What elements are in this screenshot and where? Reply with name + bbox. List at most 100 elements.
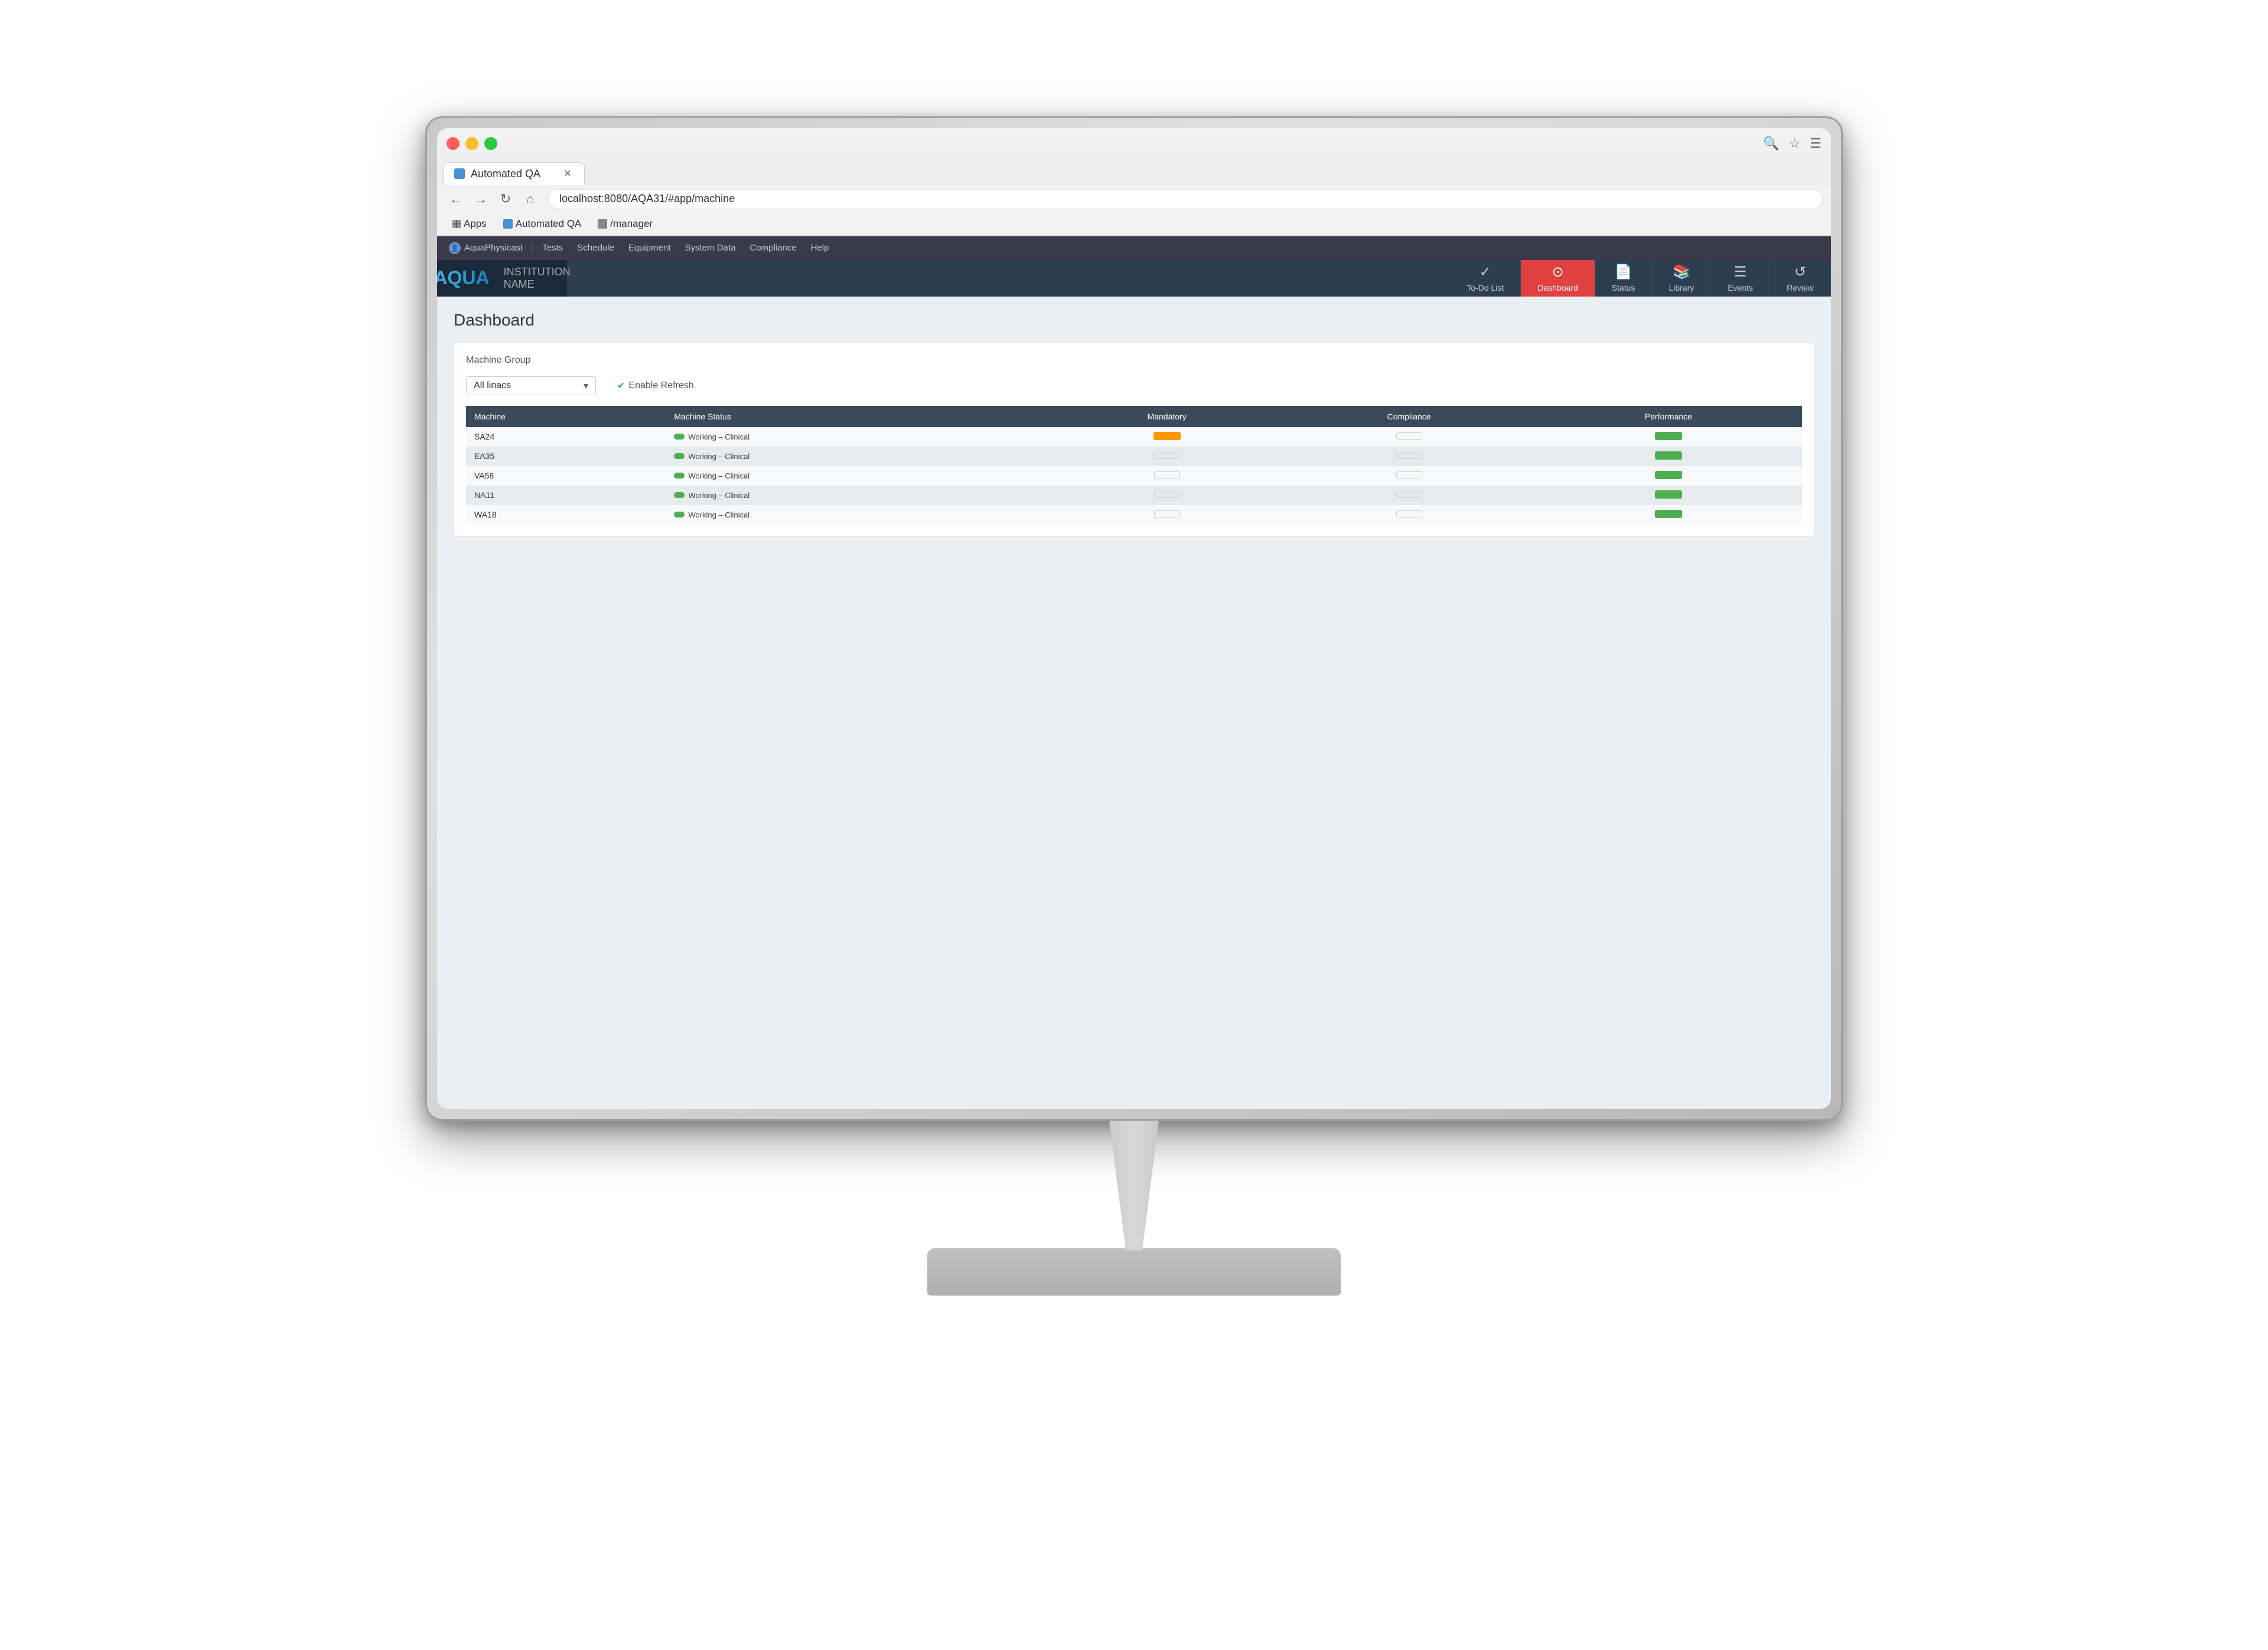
- filter-label: Machine Group: [466, 355, 530, 366]
- cell-compliance: [1283, 505, 1535, 525]
- institution-name: INSTITUTION NAME: [494, 266, 571, 291]
- performance-indicator: [1655, 471, 1682, 479]
- search-icon[interactable]: 🔍: [1763, 136, 1779, 151]
- cell-machine-name: WA18: [466, 505, 666, 525]
- machine-group-select[interactable]: All linacs: [466, 376, 596, 395]
- mandatory-indicator: [1153, 432, 1181, 440]
- cell-performance: [1535, 466, 1802, 486]
- status-label: Status: [1612, 283, 1635, 292]
- back-button[interactable]: ←: [445, 188, 467, 210]
- tab-close-button[interactable]: ✕: [562, 168, 573, 180]
- nav-system-data[interactable]: System Data: [679, 240, 742, 255]
- cell-machine-name: NA11: [466, 486, 666, 505]
- machine-group-select-wrapper: All linacs ▼: [466, 376, 596, 395]
- status-text: Working – Clinical: [688, 452, 750, 461]
- cell-compliance: [1283, 447, 1535, 466]
- username-label: AquaPhysicast: [464, 243, 523, 253]
- cell-performance: [1535, 447, 1802, 466]
- toolbar-nav-todolist[interactable]: ✓ To-Do List: [1450, 260, 1521, 297]
- nav-schedule[interactable]: Schedule: [571, 240, 620, 255]
- maximize-button[interactable]: [484, 137, 497, 150]
- bookmark-aq-label: Automated QA: [516, 218, 582, 230]
- review-icon: ↺: [1794, 263, 1806, 281]
- col-machine: Machine: [466, 406, 666, 427]
- bookmark-manager[interactable]: /manager: [591, 216, 660, 232]
- events-icon: ☰: [1734, 263, 1747, 281]
- nav-compliance[interactable]: Compliance: [744, 240, 802, 255]
- compliance-indicator: [1396, 432, 1422, 440]
- cell-performance: [1535, 427, 1802, 447]
- toolbar-nav-library[interactable]: 📚 Library: [1652, 260, 1711, 297]
- menu-icon[interactable]: ☰: [1810, 136, 1821, 151]
- browser-titlebar: 🔍 ☆ ☰: [437, 128, 1831, 159]
- toolbar-nav-events[interactable]: ☰ Events: [1711, 260, 1770, 297]
- compliance-indicator: [1396, 510, 1422, 518]
- table-row: NA11Working – Clinical: [466, 486, 1802, 505]
- nav-tests[interactable]: Tests: [536, 240, 569, 255]
- compliance-indicator: [1396, 491, 1422, 498]
- toolbar-nav-status[interactable]: 📄 Status: [1595, 260, 1653, 297]
- browser-tab[interactable]: Automated QA ✕: [443, 162, 585, 185]
- status-pill: Working – Clinical: [674, 471, 750, 480]
- bookmarks-bar: Apps Automated QA /manager: [437, 213, 1831, 236]
- review-label: Review: [1787, 283, 1814, 292]
- home-button[interactable]: ⌂: [520, 188, 541, 210]
- status-dot-icon: [674, 453, 685, 459]
- library-label: Library: [1669, 283, 1694, 292]
- mandatory-indicator: [1154, 471, 1180, 479]
- filter-controls-row: All linacs ▼ ✔ Enable Refresh: [466, 376, 1802, 395]
- dashboard-icon: ⊙: [1552, 263, 1563, 281]
- col-mandatory: Mandatory: [1051, 406, 1283, 427]
- bookmark-manager-label: /manager: [610, 218, 653, 230]
- address-bar-row: ← → ↻ ⌂ localhost:8080/AQA31/#app/machin…: [437, 185, 1831, 213]
- nav-equipment[interactable]: Equipment: [623, 240, 677, 255]
- star-icon[interactable]: ☆: [1789, 136, 1801, 151]
- compliance-indicator: [1396, 452, 1422, 459]
- status-pill: Working – Clinical: [674, 452, 750, 461]
- enable-refresh: ✔ Enable Refresh: [617, 380, 694, 392]
- mandatory-indicator: [1154, 452, 1180, 459]
- close-button[interactable]: [447, 137, 460, 150]
- address-field[interactable]: localhost:8080/AQA31/#app/machine: [548, 189, 1823, 209]
- toolbar-nav-dashboard[interactable]: ⊙ Dashboard: [1521, 260, 1595, 297]
- performance-indicator: [1655, 451, 1682, 460]
- status-pill: Working – Clinical: [674, 510, 750, 519]
- forward-button[interactable]: →: [470, 188, 491, 210]
- table-row: VA58 Working – Clinical: [466, 466, 1802, 486]
- nav-help[interactable]: Help: [805, 240, 835, 255]
- tab-favicon: [454, 168, 465, 179]
- status-dot-icon: [674, 512, 685, 518]
- bookmark-manager-icon: [598, 219, 607, 229]
- cell-machine-name: VA58: [466, 466, 666, 486]
- browser-chrome: 🔍 ☆ ☰ Automated QA ✕: [437, 128, 1831, 236]
- aqua-logo: AQUA: [437, 267, 490, 289]
- compliance-indicator: [1396, 471, 1422, 479]
- monitor-frame: 🔍 ☆ ☰ Automated QA ✕: [425, 116, 1843, 1121]
- enable-refresh-label: Enable Refresh: [628, 380, 693, 391]
- bookmark-automated-qa[interactable]: Automated QA: [496, 216, 589, 232]
- status-icon: 📄: [1615, 263, 1632, 281]
- window-controls: [447, 137, 497, 150]
- table-row: SA24Working – Clinical: [466, 427, 1802, 447]
- dashboard-panel: Machine Group All linacs ▼ ✔: [454, 343, 1814, 537]
- reload-button[interactable]: ↻: [495, 188, 516, 210]
- toolbar-nav-review[interactable]: ↺ Review: [1770, 260, 1831, 297]
- filter-row: Machine Group: [466, 355, 1802, 366]
- url-text: localhost:8080/AQA31/#app/machine: [559, 193, 735, 205]
- minimize-button[interactable]: [465, 137, 478, 150]
- main-content: Dashboard Machine Group All linacs: [437, 297, 1831, 1109]
- tab-title: Automated QA: [471, 168, 540, 180]
- cell-machine-status: Working – Clinical: [666, 486, 1050, 505]
- table-header-row: Machine Machine Status Mandatory Complia…: [466, 406, 1802, 427]
- status-dot-icon: [674, 492, 685, 498]
- cell-mandatory: [1051, 466, 1283, 486]
- cell-compliance: [1283, 466, 1535, 486]
- todolist-label: To-Do List: [1467, 283, 1504, 292]
- status-text: Working – Clinical: [688, 471, 750, 480]
- status-text: Working – Clinical: [688, 432, 750, 441]
- events-label: Events: [1728, 283, 1753, 292]
- aqua-logo-section: AQUA INSTITUTION NAME: [437, 260, 567, 297]
- bookmark-apps[interactable]: Apps: [445, 216, 494, 232]
- stand-base: [927, 1248, 1341, 1296]
- cell-machine-status: Working – Clinical: [666, 505, 1050, 525]
